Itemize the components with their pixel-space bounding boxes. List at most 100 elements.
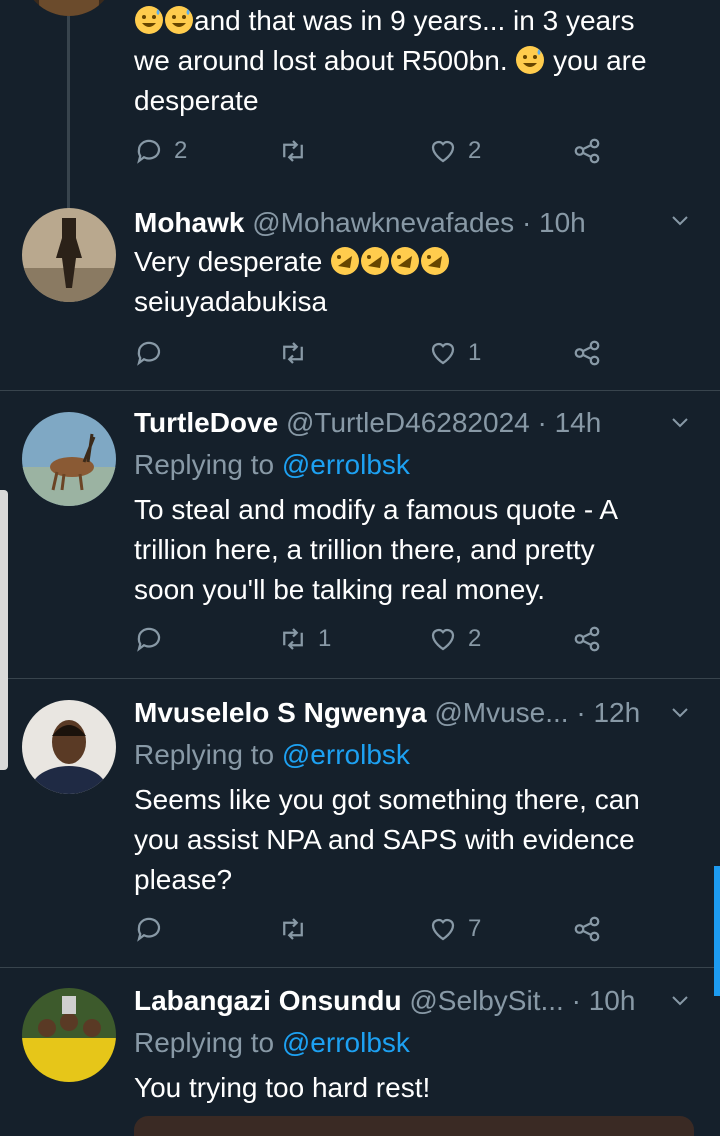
avatar[interactable] [22,208,116,302]
like-button[interactable]: 7 [428,914,481,944]
tweet-text-line: You trying too hard rest! [134,1072,431,1103]
reply-icon [137,139,161,164]
chevron-down-icon[interactable] [668,410,692,434]
tweet[interactable]: Labangazi Onsundu @SelbySit... · 10h Rep… [0,984,720,1136]
like-icon [431,628,455,651]
tweet-text-line: please? [134,864,233,895]
sweat-smile-emoji-icon [516,46,545,74]
tweet-text: and that was in 9 years... in 3 years we… [134,1,694,121]
tweet-text-line: trillion here, a trillion there, and pre… [134,534,595,565]
tweet-text-line: soon you'll be talking real money. [134,574,546,605]
tweet-text: You trying too hard rest! [134,1068,694,1108]
user-name[interactable]: TurtleDove [134,407,278,438]
like-count: 1 [468,339,482,366]
like-button[interactable]: 1 [428,338,481,368]
retweet-icon [283,918,303,940]
tweet-text-line: To steal and modify a famous quote - A [134,494,619,525]
like-button[interactable]: 2 [428,624,481,654]
scrollbar[interactable] [714,866,720,996]
user-handle[interactable]: @Mvuse... [434,697,568,728]
replying-to-label: Replying to [134,739,275,770]
reply-button[interactable] [134,914,164,944]
tweet-text-line: we around lost about R500bn. [134,45,508,76]
tweet-partial[interactable]: and that was in 9 years... in 3 years we… [0,0,720,190]
retweet-button[interactable] [278,338,308,368]
tweet-header: Labangazi Onsundu @SelbySit... · 10h [134,984,635,1018]
tweet-header: Mohawk @Mohawknevafades · 10h [134,206,586,240]
tweet-text: To steal and modify a famous quote - A t… [134,490,694,610]
tweet-header: Mvuselelo S Ngwenya @Mvuse... · 12h [134,696,640,730]
retweet-icon [283,342,303,364]
share-icon [574,138,600,164]
tweet-text-line: Seems like you got something there, can [134,784,640,815]
retweet-button[interactable] [278,914,308,944]
mention-link[interactable]: @errolbsk [282,739,410,770]
avatar[interactable] [22,700,116,794]
divider [0,390,720,391]
replying-to: Replying to @errolbsk [134,738,410,772]
tweet-actions: 1 2 [134,624,614,660]
tweet-text: Seems like you got something there, can … [134,780,694,900]
avatar[interactable] [22,412,116,506]
replying-to-label: Replying to [134,1027,275,1058]
tweet-header: TurtleDove @TurtleD46282024 · 14h [134,406,601,440]
reply-button[interactable] [134,338,164,368]
rofl-emoji-icon [391,247,420,275]
user-handle[interactable]: @Mohawknevafades [252,207,514,238]
share-button[interactable] [572,136,602,166]
retweet-icon [283,140,303,162]
like-button[interactable]: 2 [428,136,481,166]
share-button[interactable] [572,338,602,368]
mention-link[interactable]: @errolbsk [282,1027,410,1058]
media-preview[interactable] [134,1116,694,1136]
tweet[interactable]: Mohawk @Mohawknevafades · 10h Very despe… [0,204,720,390]
tweet-text-line: you are [553,45,647,76]
reply-count: 2 [174,137,188,164]
rofl-emoji-icon [361,247,390,275]
user-name[interactable]: Mvuselelo S Ngwenya [134,697,427,728]
like-icon [431,140,455,163]
like-count: 2 [468,625,482,652]
retweet-button[interactable] [278,136,308,166]
chevron-down-icon[interactable] [668,208,692,232]
retweet-button[interactable]: 1 [278,624,331,654]
tweet-actions: 2 2 [134,136,614,172]
edge-handle[interactable] [0,490,8,770]
share-icon [574,916,600,942]
tweet-text: Very desperate seiuyadabukisa [134,242,694,322]
tweet[interactable]: TurtleDove @TurtleD46282024 · 14h Replyi… [0,406,720,678]
reply-button[interactable]: 2 [134,136,187,166]
tweet-text-line: seiuyadabukisa [134,286,328,317]
retweet-icon [283,628,303,650]
tweet-time: · 12h [576,697,641,728]
reply-button[interactable] [134,624,164,654]
sweat-smile-emoji-icon [165,6,193,34]
avatar[interactable] [22,988,116,1082]
share-icon [574,340,600,366]
replying-to: Replying to @errolbsk [134,1026,410,1060]
tweet-actions: 1 [134,338,614,374]
tweet-time: · 10h [521,207,586,238]
tweet-text-line: desperate [134,85,259,116]
tweet[interactable]: Mvuselelo S Ngwenya @Mvuse... · 12h Repl… [0,696,720,966]
user-handle[interactable]: @SelbySit... [409,985,563,1016]
reply-icon [137,627,161,652]
share-button[interactable] [572,624,602,654]
like-icon [431,918,455,941]
like-icon [431,342,455,365]
user-handle[interactable]: @TurtleD46282024 [286,407,530,438]
like-count: 2 [468,137,482,164]
rofl-emoji-icon [421,247,450,275]
like-count: 7 [468,915,482,942]
chevron-down-icon[interactable] [668,988,692,1012]
user-name[interactable]: Mohawk [134,207,244,238]
chevron-down-icon[interactable] [668,700,692,724]
mention-link[interactable]: @errolbsk [282,449,410,480]
share-icon [574,626,600,652]
user-name[interactable]: Labangazi Onsundu [134,985,402,1016]
share-button[interactable] [572,914,602,944]
tweet-time: · 10h [571,985,636,1016]
reply-icon [137,917,161,942]
replying-to-label: Replying to [134,449,275,480]
divider [0,678,720,679]
